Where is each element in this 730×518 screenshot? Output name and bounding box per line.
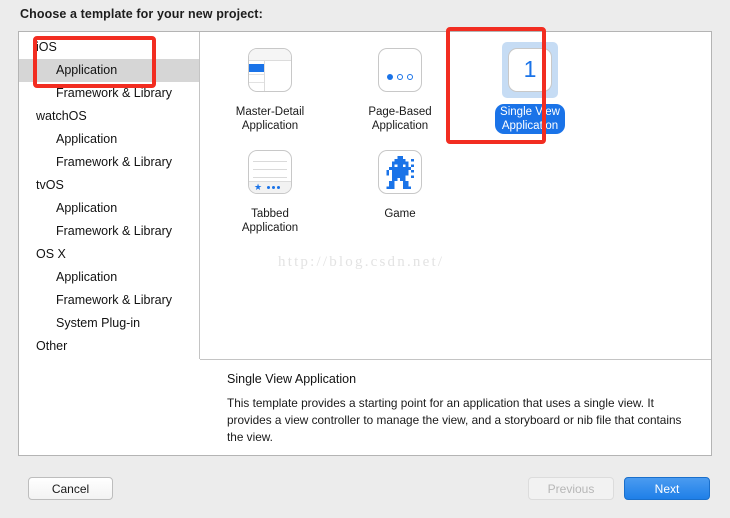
template-label-line1: Page-Based xyxy=(368,106,432,118)
template-label: Tabbed Application xyxy=(237,206,303,236)
template-grid: Master-Detail Application Page-Based Applic… xyxy=(200,38,711,242)
template-description-panel: Single View Application This template pr… xyxy=(200,359,711,455)
sidebar-item-framework-library[interactable]: Framework & Library xyxy=(19,82,199,105)
master-detail-icon xyxy=(242,42,298,98)
description-title: Single View Application xyxy=(227,372,357,386)
sidebar-item-application[interactable]: Application xyxy=(19,59,199,82)
template-label: Master-Detail Application xyxy=(231,104,309,134)
tabbed-icon: ★ xyxy=(242,144,298,200)
sidebar-item-watchos[interactable]: watchOS xyxy=(19,105,199,128)
template-label-line1: Master-Detail xyxy=(235,106,305,118)
chooser-upper-area: iOS Application Framework & Library watchOS… xyxy=(19,32,711,359)
sidebar-item-ios[interactable]: iOS xyxy=(19,36,199,59)
template-chooser-panel: iOS Application Framework & Library watchOS… xyxy=(18,31,712,456)
template-tabbed[interactable]: ★ Tabbed Application xyxy=(210,144,330,236)
sidebar-item-framework-library[interactable]: Framework & Library xyxy=(19,151,199,174)
sidebar-item-application[interactable]: Application xyxy=(19,197,199,220)
sidebar-item-framework-library[interactable]: Framework & Library xyxy=(19,289,199,312)
template-master-detail[interactable]: Master-Detail Application xyxy=(210,42,330,134)
template-label-line2: Application xyxy=(501,120,559,132)
template-page-based[interactable]: Page-Based Application xyxy=(340,42,460,134)
template-label-line1: Tabbed xyxy=(251,208,289,220)
template-label-line1: Single View xyxy=(500,106,560,118)
template-single-view[interactable]: 1 Single View Application xyxy=(470,42,590,134)
sidebar-item-application[interactable]: Application xyxy=(19,128,199,151)
template-game[interactable]: Game xyxy=(340,144,460,236)
template-label: Single View Application xyxy=(495,104,565,134)
watermark-text: http://blog.csdn.net/ xyxy=(278,254,445,270)
page-based-icon xyxy=(372,42,428,98)
sidebar-item-framework-library[interactable]: Framework & Library xyxy=(19,220,199,243)
sidebar-item-application[interactable]: Application xyxy=(19,266,199,289)
sidebar-item-tvos[interactable]: tvOS xyxy=(19,174,199,197)
template-label: Page-Based Application xyxy=(363,104,436,134)
single-view-icon: 1 xyxy=(502,42,558,98)
template-label-line1: Game xyxy=(384,208,416,220)
dialog-footer: Cancel Previous Next xyxy=(0,470,730,518)
sidebar-item-system-plug-in[interactable]: System Plug-in xyxy=(19,312,199,335)
previous-button[interactable]: Previous xyxy=(528,477,614,500)
template-label-line2: Application xyxy=(371,120,429,132)
sidebar-item-os-x[interactable]: OS X xyxy=(19,243,199,266)
page-title: Choose a template for your new project: xyxy=(20,7,263,21)
platform-category-sidebar[interactable]: iOS Application Framework & Library watchOS… xyxy=(19,32,200,359)
cancel-button[interactable]: Cancel xyxy=(28,477,113,500)
game-sprite-icon xyxy=(372,144,428,200)
next-button[interactable]: Next xyxy=(624,477,710,500)
description-body: This template provides a starting point … xyxy=(227,396,682,444)
template-label: Game xyxy=(379,206,420,222)
template-label-line2: Application xyxy=(241,222,299,234)
template-label-line2: Application xyxy=(241,120,299,132)
sidebar-item-other[interactable]: Other xyxy=(19,335,199,358)
template-grid-area: Master-Detail Application Page-Based Applic… xyxy=(200,32,711,359)
